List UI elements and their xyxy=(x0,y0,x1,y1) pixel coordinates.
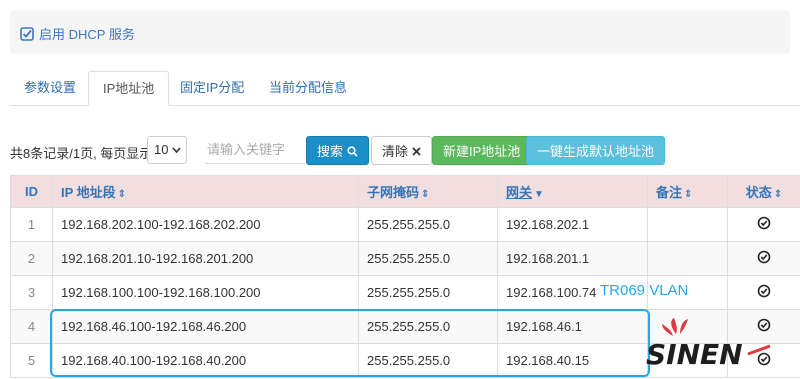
col-mask-header[interactable]: 子网掩码 ⇕ xyxy=(358,175,498,208)
row-note xyxy=(647,207,728,242)
col-range-header[interactable]: IP 地址段 ⇕ xyxy=(52,175,359,208)
sort-icon: ⇕ xyxy=(773,189,783,200)
chevron-down-icon xyxy=(172,147,181,154)
row-ip-range: 192.168.40.100-192.168.40.200 xyxy=(52,343,359,378)
row-id: 2 xyxy=(10,241,53,276)
table-row[interactable]: 2 192.168.201.10-192.168.201.200 255.255… xyxy=(10,241,800,276)
tab-current-leases[interactable]: 当前分配信息 xyxy=(255,71,361,105)
row-subnet-mask: 255.255.255.0 xyxy=(358,343,498,378)
col-gateway-header[interactable]: 网关 ▼ xyxy=(497,175,648,208)
row-ip-range: 192.168.100.100-192.168.100.200 xyxy=(52,275,359,310)
sort-icon: ⇕ xyxy=(421,189,430,200)
toolbar: 共8条记录/1页, 每页显示 10 请输入关键字 搜索 清除 新建IP地址池 一… xyxy=(10,136,800,166)
clear-button[interactable]: 清除 xyxy=(371,136,432,165)
dhcp-enable-checkbox[interactable]: 启用 DHCP 服务 xyxy=(20,24,135,43)
col-status-header[interactable]: 状态 ⇕ xyxy=(727,175,800,208)
search-button-label: 搜索 xyxy=(317,144,344,159)
sort-icon: ⇕ xyxy=(117,189,127,200)
dhcp-enable-label: 启用 DHCP 服务 xyxy=(39,27,135,42)
row-gateway: 192.168.201.1 xyxy=(497,241,648,276)
row-gateway: 192.168.40.15 xyxy=(497,343,648,378)
col-id-header: ID xyxy=(10,175,53,208)
page-size-value: 10 xyxy=(154,142,169,157)
close-icon xyxy=(412,147,421,156)
row-status[interactable] xyxy=(727,207,800,242)
clear-button-label: 清除 xyxy=(382,144,409,159)
row-ip-range: 192.168.46.100-192.168.46.200 xyxy=(52,309,359,344)
record-info: 共8条记录/1页, 每页显示 xyxy=(10,146,153,161)
brand-logo: SINEN xyxy=(646,318,771,371)
search-button[interactable]: 搜索 xyxy=(306,136,369,165)
check-circle-icon xyxy=(757,284,771,298)
sort-icon: ⇕ xyxy=(684,189,693,200)
annotation-label: TR069 VLAN xyxy=(600,282,689,299)
sort-desc-icon: ▼ xyxy=(534,189,544,200)
checkbox-checked-icon xyxy=(20,26,34,41)
check-circle-icon xyxy=(757,216,771,230)
table-row[interactable]: 1 192.168.202.100-192.168.202.200 255.25… xyxy=(10,207,800,242)
row-ip-range: 192.168.202.100-192.168.202.200 xyxy=(52,207,359,242)
row-ip-range: 192.168.201.10-192.168.201.200 xyxy=(52,241,359,276)
row-id: 5 xyxy=(10,343,53,378)
row-subnet-mask: 255.255.255.0 xyxy=(358,241,498,276)
row-subnet-mask: 255.255.255.0 xyxy=(358,207,498,242)
search-icon xyxy=(347,146,358,157)
row-id: 4 xyxy=(10,309,53,344)
tab-bar: 参数设置 IP地址池 固定IP分配 当前分配信息 xyxy=(10,71,800,106)
check-circle-icon xyxy=(757,250,771,264)
new-ip-pool-button[interactable]: 新建IP地址池 xyxy=(432,136,532,165)
tab-static-ip[interactable]: 固定IP分配 xyxy=(166,71,258,105)
search-input[interactable]: 请输入关键字 xyxy=(205,136,305,164)
row-status[interactable] xyxy=(727,241,800,276)
row-subnet-mask: 255.255.255.0 xyxy=(358,275,498,310)
generate-default-pool-button[interactable]: 一键生成默认地址池 xyxy=(526,136,666,165)
page-size-select[interactable]: 10 xyxy=(147,136,187,164)
row-gateway: 192.168.46.1 xyxy=(497,309,648,344)
table-header-row: ID IP 地址段 ⇕ 子网掩码 ⇕ 网关 ▼ 备注 ⇕ 状态 ⇕ xyxy=(10,175,800,208)
tab-params[interactable]: 参数设置 xyxy=(10,71,90,105)
col-note-header[interactable]: 备注 ⇕ xyxy=(647,175,728,208)
row-id: 3 xyxy=(10,275,53,310)
row-gateway: 192.168.202.1 xyxy=(497,207,648,242)
dhcp-panel: 启用 DHCP 服务 xyxy=(10,10,790,54)
row-id: 1 xyxy=(10,207,53,242)
tab-ip-pool[interactable]: IP地址池 xyxy=(88,71,170,106)
row-note xyxy=(647,241,728,276)
row-status[interactable] xyxy=(727,275,800,310)
svg-text:SINEN: SINEN xyxy=(646,338,743,371)
row-subnet-mask: 255.255.255.0 xyxy=(358,309,498,344)
